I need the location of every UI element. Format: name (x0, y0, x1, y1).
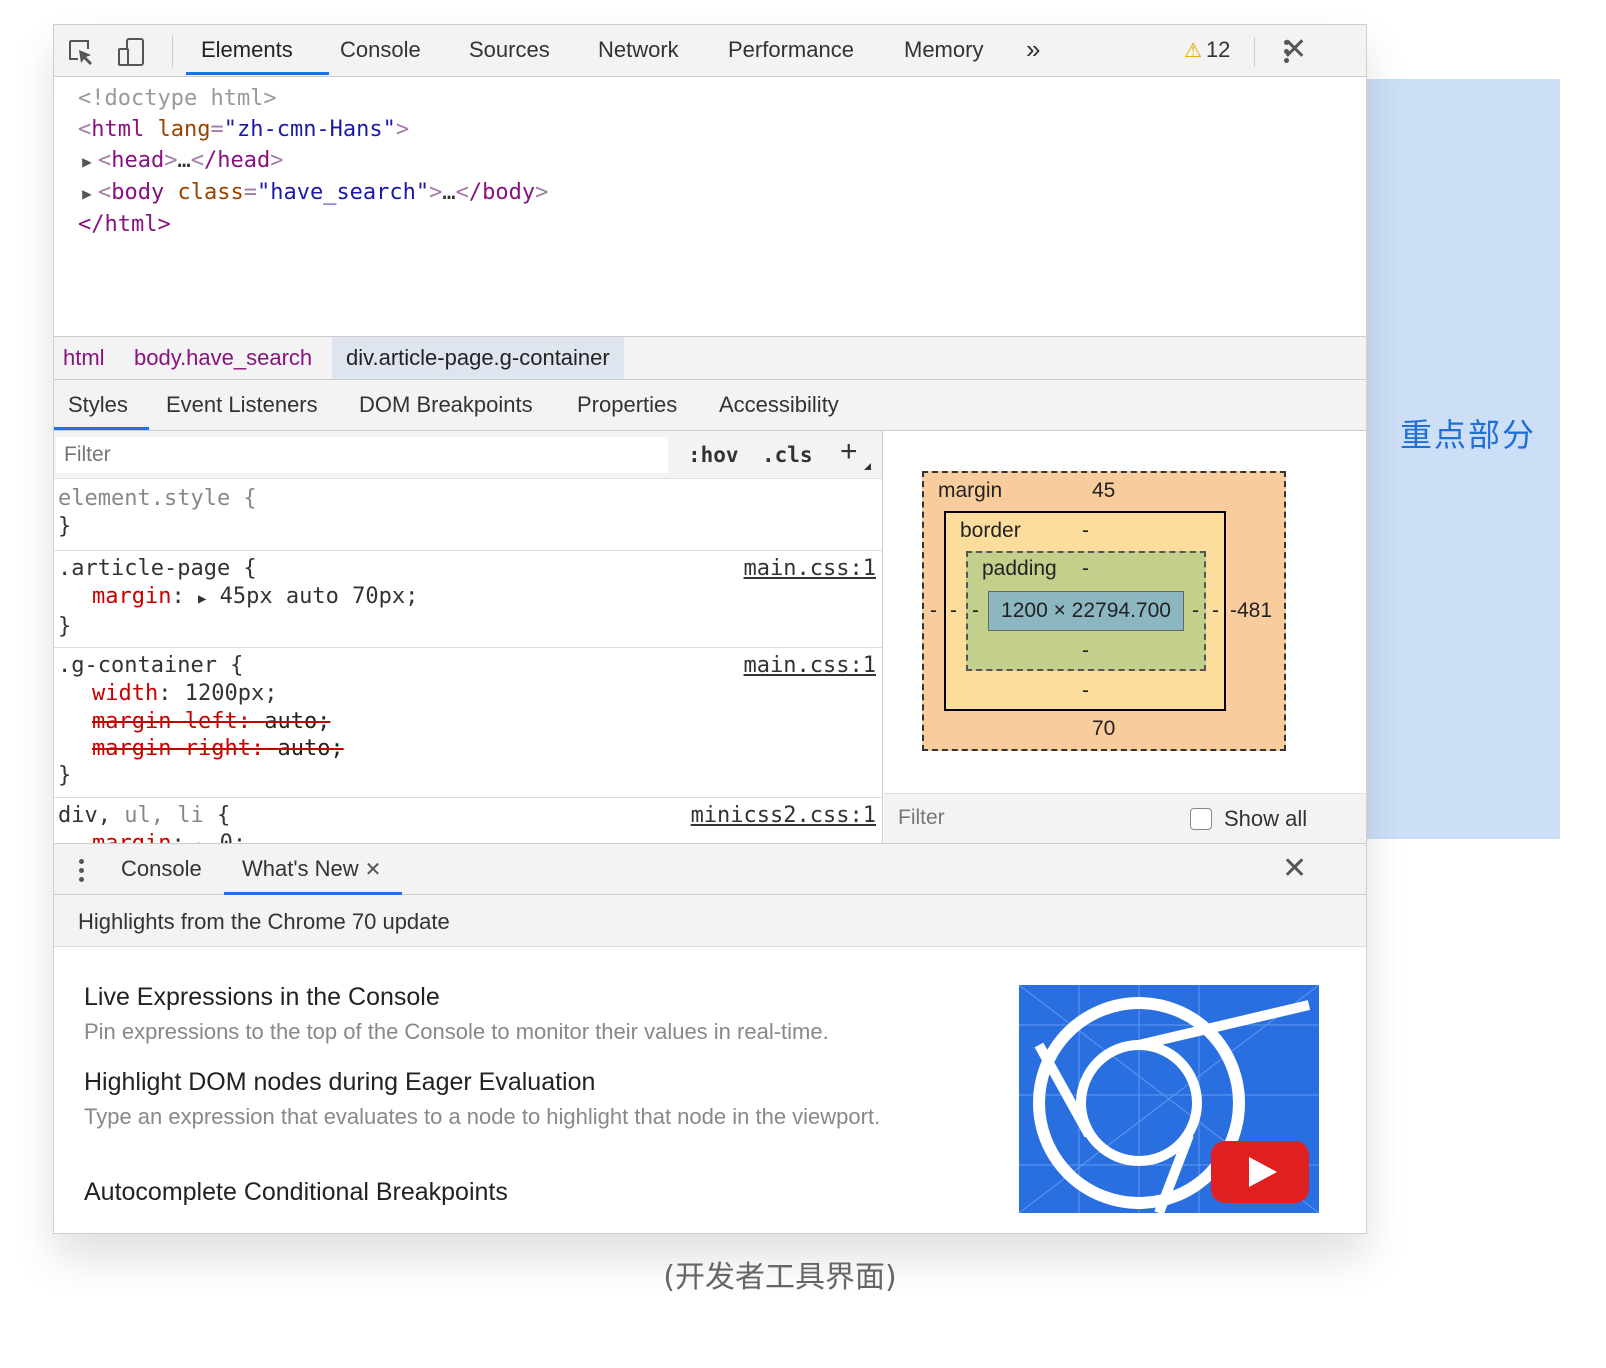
overridden-declaration[interactable]: margin-left: auto; (58, 708, 882, 735)
styles-filter-input[interactable] (56, 437, 668, 473)
computed-filter-input[interactable]: Filter (898, 806, 945, 830)
drawer-tab-console[interactable]: Console (121, 856, 202, 882)
dom-tree: <!doctype html> <html lang="zh-cmn-Hans"… (54, 77, 1366, 335)
margin-right-value[interactable]: -481 (1230, 599, 1272, 623)
style-rule-g-container[interactable]: .g-container { width: 1200px; margin-lef… (54, 648, 882, 798)
rule-menu-corner-icon[interactable] (864, 463, 871, 470)
active-subtab-indicator (54, 427, 149, 430)
expand-triangle-icon[interactable]: ▶ (76, 146, 98, 177)
sidebar-tabs: Styles Event Listeners DOM Breakpoints P… (54, 380, 1366, 431)
source-link[interactable]: main.css:1 (744, 652, 876, 680)
devtools-window: Elements Console Sources Network Perform… (53, 24, 1367, 1234)
tab-event-listeners[interactable]: Event Listeners (166, 392, 318, 418)
css-property[interactable]: width (92, 681, 158, 706)
source-link[interactable]: main.css:1 (744, 555, 876, 583)
tab-properties[interactable]: Properties (577, 392, 677, 418)
tab-memory[interactable]: Memory (904, 37, 983, 77)
close-devtools-icon[interactable]: ✕ (1282, 35, 1307, 65)
feature-title[interactable]: Autocomplete Conditional Breakpoints (84, 1178, 508, 1207)
breadcrumb: html body.have_search div.article-page.g… (54, 336, 1366, 380)
tab-styles[interactable]: Styles (68, 392, 128, 418)
tab-network[interactable]: Network (598, 37, 679, 77)
style-rule-element[interactable]: element.style { } (54, 481, 882, 551)
main-toolbar: Elements Console Sources Network Perform… (54, 25, 1366, 77)
tab-dom-breakpoints[interactable]: DOM Breakpoints (359, 392, 533, 418)
box-model-pane: margin 45 -481 70 - border - - - - paddi… (884, 431, 1366, 843)
highlight-label: 重点部分 (1400, 416, 1537, 454)
expand-triangle-icon[interactable]: ▶ (76, 178, 98, 209)
warning-count: 12 (1205, 37, 1231, 62)
tab-accessibility[interactable]: Accessibility (719, 392, 839, 418)
styles-pane: :hov .cls + element.style { } .article-p… (54, 431, 883, 843)
hover-state-button[interactable]: :hov (688, 443, 739, 467)
breadcrumb-html[interactable]: html (63, 345, 105, 371)
dom-html-close[interactable]: </html> (78, 209, 1366, 240)
close-tab-icon[interactable]: ✕ (365, 859, 382, 881)
css-value[interactable]: 45px auto 70px; (220, 584, 419, 609)
warning-icon: ⚠ (1184, 40, 1202, 62)
breadcrumb-body[interactable]: body.have_search (134, 345, 312, 371)
show-all-label[interactable]: Show all (1224, 806, 1307, 832)
feature-title[interactable]: Highlight DOM nodes during Eager Evaluat… (84, 1068, 595, 1097)
box-model-content[interactable]: 1200 × 22794.700 (988, 591, 1184, 631)
warnings-counter[interactable]: ⚠ 12 (1184, 37, 1230, 63)
whats-new-content: Live Expressions in the Console Pin expr… (54, 947, 1366, 1233)
margin-top-value[interactable]: 45 (1092, 479, 1115, 503)
whats-new-header: Highlights from the Chrome 70 update (54, 895, 1366, 947)
tab-sources[interactable]: Sources (469, 37, 550, 77)
box-model-margin[interactable]: margin 45 -481 70 - border - - - - paddi… (922, 471, 1286, 751)
inspect-element-icon[interactable] (66, 37, 96, 67)
box-model-border[interactable]: border - - - - padding - - - - 1200 × 22… (944, 511, 1226, 711)
close-drawer-icon[interactable]: ✕ (1282, 854, 1307, 884)
breadcrumb-selected-div[interactable]: div.article-page.g-container (332, 337, 624, 379)
toolbar-separator (172, 35, 173, 67)
style-rule-article-page[interactable]: .article-page { margin: ▶ 45px auto 70px… (54, 551, 882, 648)
video-thumbnail[interactable] (1019, 985, 1319, 1213)
tab-console[interactable]: Console (340, 37, 421, 77)
box-model-padding[interactable]: padding - - - - 1200 × 22794.700 (966, 551, 1206, 671)
styles-filter-bar: :hov .cls + (54, 431, 882, 479)
whats-new-heading: Highlights from the Chrome 70 update (78, 909, 450, 934)
dom-doctype: <!doctype html> (78, 86, 277, 111)
device-toolbar-icon[interactable] (116, 37, 146, 67)
overridden-declaration[interactable]: margin-right: auto; (58, 735, 882, 762)
toolbar-separator (1254, 37, 1255, 67)
more-tabs-icon[interactable]: » (1026, 34, 1040, 74)
tab-elements[interactable]: Elements (201, 37, 293, 77)
highlight-band-solid (1366, 79, 1560, 839)
feature-description: Pin expressions to the top of the Consol… (84, 1019, 829, 1044)
new-style-rule-icon[interactable]: + (840, 435, 858, 469)
dom-html-open[interactable]: <html lang="zh-cmn-Hans"> (78, 114, 1366, 145)
show-all-checkbox[interactable] (1190, 808, 1212, 830)
feature-title[interactable]: Live Expressions in the Console (84, 983, 440, 1012)
margin-left-value[interactable]: - (930, 599, 937, 623)
tab-performance[interactable]: Performance (728, 37, 854, 77)
source-link[interactable]: minicss2.css:1 (691, 802, 876, 830)
style-rule-div-ul-li[interactable]: div, ul, li { margin: ▶ 0; minicss2.css:… (54, 798, 882, 843)
youtube-play-icon[interactable] (1211, 1141, 1309, 1203)
dom-body-node[interactable]: ▶ <body class="have_search">…</body> (78, 177, 1366, 209)
drawer-tabbar: Console What's New ✕ ✕ (54, 843, 1366, 895)
css-property[interactable]: margin (92, 584, 171, 609)
drawer-tab-whats-new[interactable]: What's New ✕ (242, 856, 381, 882)
class-toggle-button[interactable]: .cls (762, 443, 813, 467)
feature-description: Type an expression that evaluates to a n… (84, 1104, 881, 1129)
image-caption: (开发者工具界面) (663, 1260, 897, 1295)
expand-shorthand-icon[interactable]: ▶ (198, 591, 206, 607)
drawer-menu-icon[interactable] (76, 856, 86, 886)
dom-head-node[interactable]: ▶ <head>…</head> (78, 145, 1366, 177)
css-value[interactable]: 1200px; (185, 681, 278, 706)
margin-bottom-value[interactable]: 70 (1092, 717, 1115, 741)
computed-filter-bar: Filter Show all (884, 793, 1366, 843)
active-tab-indicator (186, 72, 329, 75)
